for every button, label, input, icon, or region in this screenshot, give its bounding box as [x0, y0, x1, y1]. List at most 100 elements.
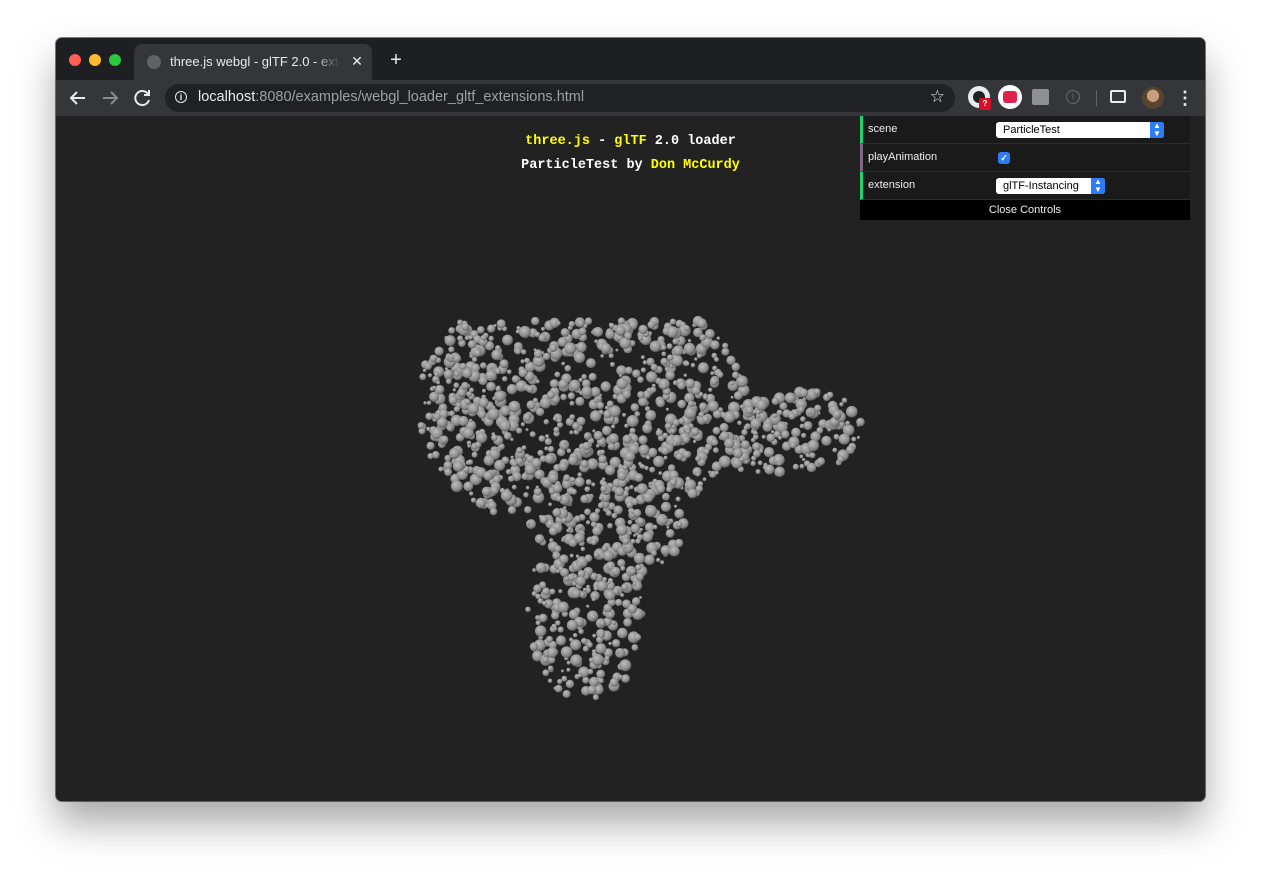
particle-sphere: [685, 429, 691, 434]
particle-sphere: [592, 526, 602, 536]
particle-sphere: [672, 380, 678, 386]
gltf-link[interactable]: glTF: [614, 134, 646, 149]
particle-sphere: [608, 433, 619, 444]
reload-icon[interactable]: [130, 86, 154, 110]
url-text[interactable]: localhost:8080/examples/webgl_loader_glt…: [198, 89, 584, 105]
react-devtools-icon[interactable]: [998, 85, 1022, 109]
particle-sphere: [542, 587, 551, 596]
particle-sphere: [611, 424, 616, 429]
particle-sphere: [561, 361, 566, 366]
particle-sphere: [462, 368, 473, 379]
particle-sphere: [456, 407, 461, 411]
particle-sphere: [535, 562, 547, 574]
particle-sphere: [619, 374, 622, 378]
particle-sphere: [426, 426, 431, 432]
particle-sphere: [837, 455, 845, 463]
particle-sphere: [607, 523, 613, 529]
particle-sphere: [745, 406, 754, 415]
particle-sphere: [508, 475, 515, 482]
particle-sphere: [677, 399, 687, 409]
particle-sphere: [575, 576, 586, 587]
particle-sphere: [674, 504, 678, 508]
extension-info-icon[interactable]: i: [1066, 90, 1080, 104]
new-tab-button[interactable]: +: [386, 50, 406, 70]
menu-icon[interactable]: ⋮: [1176, 86, 1194, 110]
particle-sphere: [651, 550, 657, 557]
minimize-window-button[interactable]: [89, 54, 101, 66]
particle-sphere: [723, 411, 736, 423]
particle-sphere: [473, 348, 482, 357]
address-bar[interactable]: i localhost:8080/examples/webgl_loader_g…: [165, 84, 955, 112]
particle-sphere: [466, 391, 472, 397]
particle-sphere: [631, 597, 641, 606]
maximize-window-button[interactable]: [109, 54, 121, 66]
particle-sphere: [827, 428, 831, 432]
particle-sphere: [639, 527, 643, 532]
particle-sphere: [641, 464, 646, 469]
particle-sphere: [666, 486, 673, 493]
close-controls-button[interactable]: Close Controls: [860, 200, 1190, 220]
particle-sphere: [537, 567, 541, 571]
avatar[interactable]: [1142, 87, 1164, 109]
particle-sphere: [638, 324, 648, 335]
particle-sphere: [609, 322, 615, 329]
particle-sphere: [500, 489, 513, 502]
info-icon[interactable]: i: [175, 91, 187, 103]
particle-sphere: [676, 521, 683, 528]
threejs-link[interactable]: three.js: [525, 134, 590, 149]
play-animation-label: playAnimation: [868, 151, 938, 163]
particle-sphere: [608, 641, 612, 646]
particle-sphere: [481, 486, 492, 497]
particle-sphere: [696, 472, 700, 477]
close-window-button[interactable]: [69, 54, 81, 66]
particle-sphere: [799, 388, 808, 398]
particle-sphere: [499, 419, 511, 432]
close-icon[interactable]: ✕: [348, 52, 366, 70]
extension-grid-icon[interactable]: [1032, 89, 1049, 105]
particle-sphere: [708, 387, 713, 392]
particle-sphere: [696, 318, 707, 329]
particle-sphere: [562, 690, 571, 698]
particle-sphere: [677, 381, 686, 390]
particle-sphere: [475, 497, 486, 509]
particle-sphere: [588, 372, 597, 381]
particle-sphere: [552, 416, 558, 421]
particle-sphere: [620, 593, 625, 598]
particle-sphere: [444, 335, 456, 347]
particle-sphere: [687, 339, 692, 343]
particle-sphere: [669, 478, 677, 487]
particle-sphere: [607, 581, 611, 585]
particle-sphere: [566, 660, 571, 665]
author-link[interactable]: Don McCurdy: [651, 158, 740, 173]
particle-sphere: [466, 440, 472, 446]
particle-sphere: [592, 694, 599, 701]
particle-sphere: [611, 620, 617, 625]
extension-select[interactable]: glTF-Instancing ▲ ▼: [996, 178, 1105, 194]
particle-sphere: [669, 318, 677, 325]
particle-sphere: [580, 459, 589, 468]
particle-sphere: [561, 675, 568, 682]
play-animation-checkbox[interactable]: ✓: [998, 152, 1010, 164]
particle-sphere: [457, 335, 464, 342]
particle-sphere: [665, 407, 670, 411]
particle-sphere: [487, 408, 500, 420]
particle-sphere: [650, 363, 658, 371]
particle-sphere: [740, 440, 750, 449]
particle-sphere: [733, 391, 743, 400]
particle-sphere: [581, 637, 588, 645]
particle-sphere: [660, 560, 665, 565]
scene-select[interactable]: ParticleTest ▲ ▼: [996, 122, 1164, 138]
cast-icon[interactable]: [1110, 90, 1126, 103]
star-icon[interactable]: ☆: [930, 87, 945, 107]
particle-sphere: [612, 639, 621, 648]
tab-active[interactable]: three.js webgl - glTF 2.0 - extensions ✕: [134, 44, 372, 80]
particle-sphere: [561, 517, 567, 523]
particle-sphere: [510, 455, 514, 459]
webgl-canvas-area[interactable]: three.js - glTF 2.0 loader ParticleTest …: [56, 116, 1205, 801]
particle-sphere: [491, 434, 498, 441]
forward-icon[interactable]: [98, 86, 122, 110]
particle-sphere: [710, 371, 715, 376]
particle-sphere: [807, 410, 812, 415]
particle-sphere: [628, 531, 632, 535]
back-icon[interactable]: [66, 86, 90, 110]
